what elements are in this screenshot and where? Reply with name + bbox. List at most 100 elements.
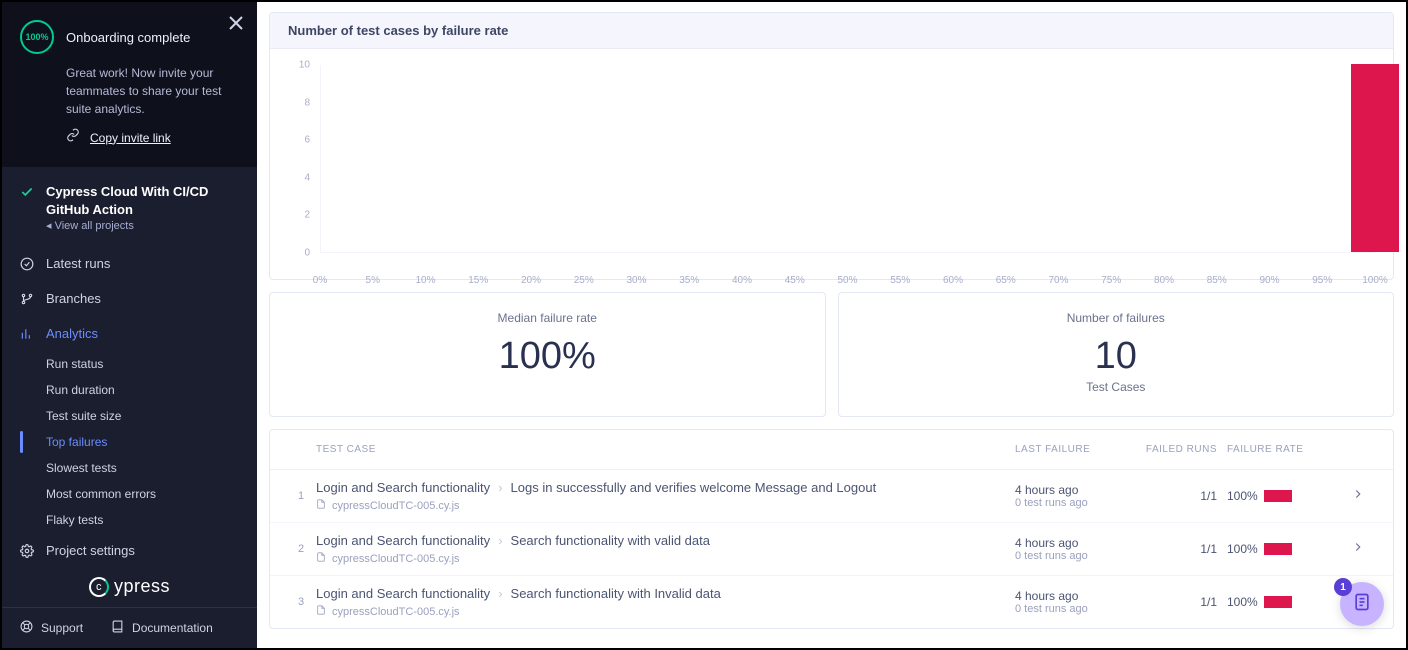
y-tick: 10 bbox=[299, 60, 310, 71]
failure-rate-pct: 100% bbox=[1227, 489, 1258, 503]
gear-icon bbox=[20, 544, 34, 558]
col-test-case: TEST CASE bbox=[316, 444, 1015, 455]
failure-rate-bar bbox=[1264, 490, 1292, 502]
last-failure-time: 4 hours ago bbox=[1015, 483, 1145, 497]
file-icon bbox=[316, 552, 326, 565]
stat-value: 100% bbox=[280, 335, 815, 378]
chevron-right-icon bbox=[1337, 487, 1365, 506]
stat-value: 10 bbox=[849, 335, 1384, 378]
test-name: Search functionality with valid data bbox=[511, 533, 710, 548]
test-name: Search functionality with Invalid data bbox=[511, 586, 721, 601]
y-tick: 0 bbox=[304, 248, 310, 259]
median-failure-rate-card: Median failure rate 100% bbox=[269, 292, 826, 417]
fab-badge: 1 bbox=[1334, 578, 1352, 596]
row-index: 1 bbox=[286, 490, 316, 502]
documentation-link[interactable]: Documentation bbox=[111, 620, 213, 636]
test-group: Login and Search functionality bbox=[316, 586, 490, 601]
x-tick: 95% bbox=[1312, 275, 1332, 286]
y-tick: 2 bbox=[304, 210, 310, 221]
help-fab[interactable]: 1 bbox=[1340, 582, 1384, 626]
sidebar-item-label: Branches bbox=[46, 291, 101, 306]
subnav-test-suite-size[interactable]: Test suite size bbox=[46, 403, 257, 429]
table-row[interactable]: 1 Login and Search functionality › Logs … bbox=[270, 470, 1393, 523]
row-index: 3 bbox=[286, 596, 316, 608]
file-icon bbox=[316, 499, 326, 512]
book-icon bbox=[111, 620, 124, 636]
sidebar-item-label: Latest runs bbox=[46, 256, 110, 271]
x-tick: 45% bbox=[785, 275, 805, 286]
x-tick: 75% bbox=[1101, 275, 1121, 286]
subnav-most-common-errors[interactable]: Most common errors bbox=[46, 481, 257, 507]
failure-rate-bar bbox=[1264, 596, 1292, 608]
table-row[interactable]: 3 Login and Search functionality › Searc… bbox=[270, 576, 1393, 628]
chart-bar[interactable] bbox=[1351, 64, 1399, 252]
chevron-right-icon: › bbox=[498, 586, 502, 601]
sidebar-item-project-settings[interactable]: Project settings bbox=[2, 533, 257, 568]
subnav-run-status[interactable]: Run status bbox=[46, 351, 257, 377]
x-tick: 60% bbox=[943, 275, 963, 286]
file-icon bbox=[316, 605, 326, 618]
subnav-flaky-tests[interactable]: Flaky tests bbox=[46, 507, 257, 533]
subnav-top-failures[interactable]: Top failures bbox=[46, 429, 257, 455]
onboarding-subtitle: Great work! Now invite your teammates to… bbox=[66, 64, 239, 118]
last-failure-sub: 0 test runs ago bbox=[1015, 497, 1145, 509]
x-tick: 15% bbox=[468, 275, 488, 286]
nav: Latest runs Branches Analytics Run statu… bbox=[2, 236, 257, 607]
last-failure-time: 4 hours ago bbox=[1015, 589, 1145, 603]
view-all-projects-link[interactable]: ◂ View all projects bbox=[46, 219, 239, 232]
x-tick: 30% bbox=[626, 275, 646, 286]
sidebar-item-latest-runs[interactable]: Latest runs bbox=[2, 246, 257, 281]
x-tick: 70% bbox=[1048, 275, 1068, 286]
x-tick: 50% bbox=[837, 275, 857, 286]
chart-title: Number of test cases by failure rate bbox=[270, 13, 1393, 49]
failed-runs: 1/1 bbox=[1145, 595, 1217, 609]
onboarding-panel: 100% Onboarding complete Great work! Now… bbox=[2, 2, 257, 167]
chart-area: 0246810 0%5%10%15%20%25%30%35%40%45%50%5… bbox=[312, 65, 1375, 271]
test-name: Logs in successfully and verifies welcom… bbox=[511, 480, 877, 495]
stat-label: Number of failures bbox=[849, 311, 1384, 325]
check-icon bbox=[20, 185, 34, 204]
copy-invite-link[interactable]: Copy invite link bbox=[90, 131, 171, 145]
chevron-right-icon: › bbox=[498, 480, 502, 495]
close-icon[interactable] bbox=[229, 16, 243, 35]
y-tick: 6 bbox=[304, 135, 310, 146]
table-header: TEST CASE LAST FAILURE FAILED RUNS FAILU… bbox=[270, 430, 1393, 470]
sidebar-item-label: Analytics bbox=[46, 326, 98, 341]
failed-runs: 1/1 bbox=[1145, 542, 1217, 556]
onboarding-progress-ring: 100% bbox=[20, 20, 54, 54]
sidebar-item-label: Project settings bbox=[46, 543, 135, 558]
x-tick: 80% bbox=[1154, 275, 1174, 286]
x-tick: 25% bbox=[574, 275, 594, 286]
x-tick: 5% bbox=[366, 275, 380, 286]
x-tick: 100% bbox=[1362, 275, 1388, 286]
sidebar-item-analytics[interactable]: Analytics bbox=[2, 316, 257, 351]
x-tick: 20% bbox=[521, 275, 541, 286]
failure-rate-pct: 100% bbox=[1227, 595, 1258, 609]
col-failed-runs: FAILED RUNS bbox=[1145, 444, 1217, 455]
subnav-slowest-tests[interactable]: Slowest tests bbox=[46, 455, 257, 481]
x-tick: 55% bbox=[890, 275, 910, 286]
x-tick: 85% bbox=[1207, 275, 1227, 286]
link-icon bbox=[66, 128, 80, 147]
last-failure-time: 4 hours ago bbox=[1015, 536, 1145, 550]
failed-runs: 1/1 bbox=[1145, 489, 1217, 503]
table-row[interactable]: 2 Login and Search functionality › Searc… bbox=[270, 523, 1393, 576]
y-tick: 4 bbox=[304, 172, 310, 183]
x-tick: 0% bbox=[313, 275, 327, 286]
support-label: Support bbox=[41, 621, 83, 635]
project-name[interactable]: Cypress Cloud With CI/CD GitHub Action bbox=[46, 183, 239, 219]
support-link[interactable]: Support bbox=[20, 620, 83, 636]
life-ring-icon bbox=[20, 620, 33, 636]
sidebar-item-branches[interactable]: Branches bbox=[2, 281, 257, 316]
test-file: cypressCloudTC-005.cy.js bbox=[332, 553, 460, 565]
documentation-label: Documentation bbox=[132, 621, 213, 635]
last-failure-sub: 0 test runs ago bbox=[1015, 603, 1145, 615]
number-of-failures-card: Number of failures 10 Test Cases bbox=[838, 292, 1395, 417]
project-block: Cypress Cloud With CI/CD GitHub Action ◂… bbox=[2, 167, 257, 236]
test-group: Login and Search functionality bbox=[316, 480, 490, 495]
subnav-run-duration[interactable]: Run duration bbox=[46, 377, 257, 403]
failure-rate-chart-card: Number of test cases by failure rate 024… bbox=[269, 12, 1394, 280]
y-tick: 8 bbox=[304, 97, 310, 108]
analytics-icon bbox=[20, 327, 34, 341]
test-group: Login and Search functionality bbox=[316, 533, 490, 548]
